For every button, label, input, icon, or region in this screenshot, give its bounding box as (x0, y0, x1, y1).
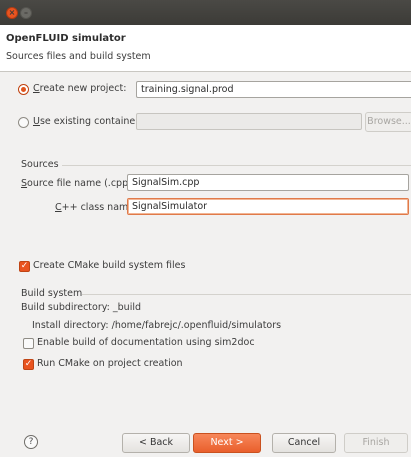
browse-button[interactable]: Browse... (365, 112, 411, 132)
help-icon[interactable]: ? (24, 435, 38, 449)
cancel-button[interactable]: Cancel (272, 433, 336, 453)
wizard-header: OpenFLUID simulator Sources files and bu… (0, 25, 411, 72)
window-close-icon[interactable]: × (6, 7, 18, 19)
next-button[interactable]: Next > (193, 433, 261, 453)
build-group-divider (82, 294, 411, 295)
back-button[interactable]: < Back (122, 433, 190, 453)
use-existing-radio[interactable] (18, 117, 29, 128)
container-input[interactable] (136, 113, 362, 130)
enable-doc-checkbox[interactable] (23, 338, 34, 349)
create-cmake-label[interactable]: Create CMake build system files (33, 260, 185, 271)
window-minimize-icon[interactable]: – (20, 7, 32, 19)
enable-doc-label[interactable]: Enable build of documentation using sim2… (37, 337, 255, 348)
sources-group-divider (62, 165, 411, 166)
create-project-label[interactable]: Create new project: (33, 83, 126, 94)
project-name-input[interactable]: training.signal.prod (136, 81, 411, 98)
wizard-footer: ? < Back Next > Cancel Finish (0, 416, 411, 457)
window-titlebar: × – (0, 0, 411, 25)
class-name-label: C++ class name: (55, 202, 138, 213)
sources-group-label: Sources (21, 159, 59, 170)
run-cmake-label[interactable]: Run CMake on project creation (37, 358, 183, 369)
class-name-input[interactable]: SignalSimulator (127, 198, 409, 215)
build-group-label: Build system (21, 288, 83, 299)
wizard-title: OpenFLUID simulator (6, 33, 126, 44)
wizard-subtitle: Sources files and build system (6, 51, 151, 62)
run-cmake-checkbox[interactable]: ✓ (23, 359, 34, 370)
use-existing-label[interactable]: Use existing container: (33, 116, 142, 127)
install-dir-text: Install directory: /home/fabrejc/.openfl… (32, 320, 282, 331)
build-subdir-text: Build subdirectory: _build (21, 302, 142, 313)
create-project-radio[interactable] (18, 84, 29, 95)
create-cmake-checkbox[interactable]: ✓ (19, 261, 30, 272)
wizard-content: Create new project: training.signal.prod… (0, 72, 411, 416)
source-file-input[interactable]: SignalSim.cpp (127, 174, 409, 191)
finish-button[interactable]: Finish (344, 433, 408, 453)
source-file-label: Source file name (.cpp): (21, 178, 136, 189)
